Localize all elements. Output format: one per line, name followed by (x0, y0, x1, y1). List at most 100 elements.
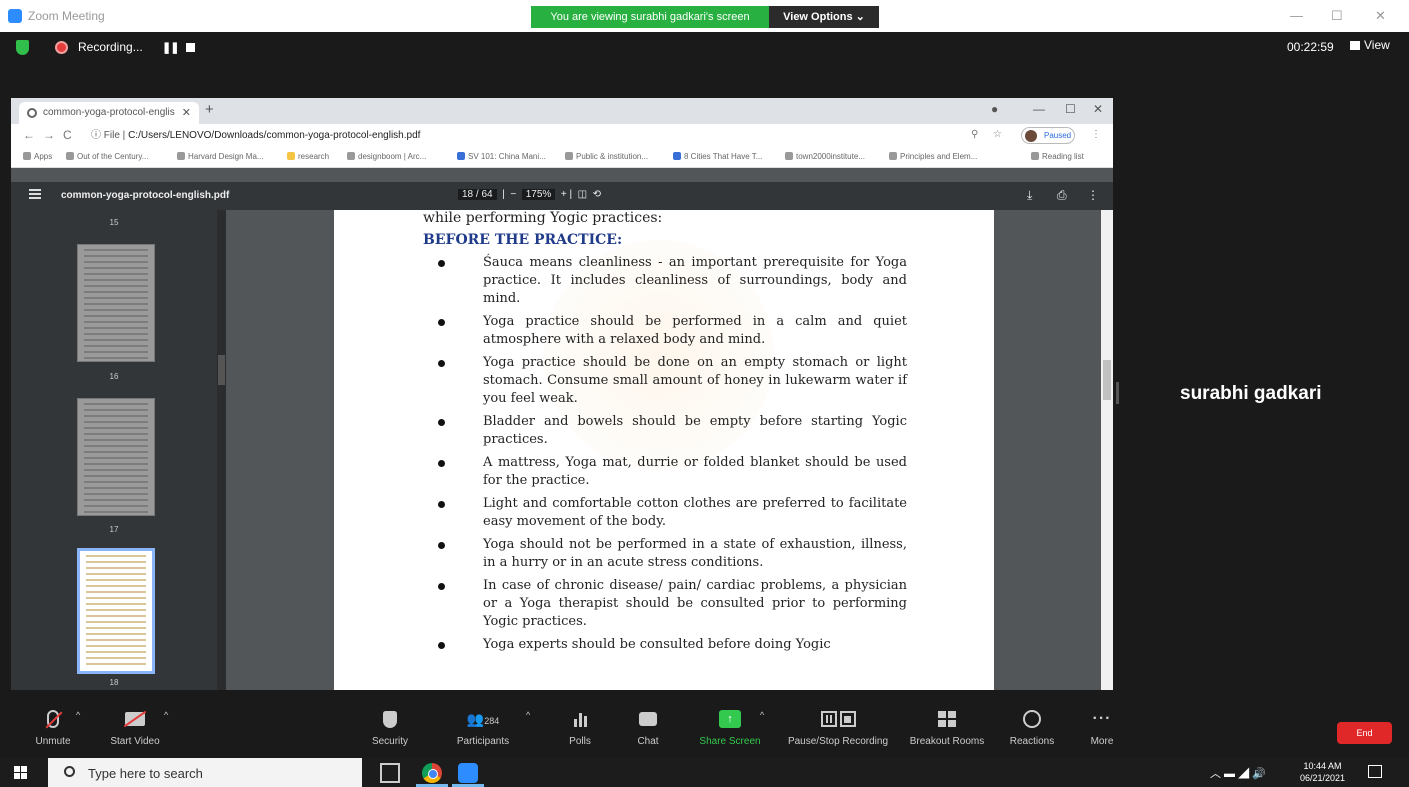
polls-button[interactable]: Polls (560, 708, 600, 747)
url-prefix: File | (103, 130, 129, 141)
panel-resize-handle[interactable] (1116, 382, 1119, 404)
rotate-icon[interactable]: ⟲ (593, 189, 601, 200)
bullet-list: Śauca means cleanliness - an important p… (432, 254, 907, 659)
zoom-out-icon[interactable]: − (510, 189, 516, 200)
polls-label: Polls (569, 736, 591, 747)
chat-button[interactable]: Chat (628, 708, 668, 747)
hamburger-menu-icon[interactable] (29, 189, 41, 199)
recording-label: Recording... (78, 40, 143, 54)
list-item: Light and comfortable cotton clothes are… (432, 495, 907, 531)
reactions-smiley-icon (1023, 710, 1041, 728)
zoom-in-icon[interactable]: + (561, 189, 567, 200)
chrome-profile-dot-icon[interactable]: ● (991, 102, 998, 116)
bookmark-star-icon[interactable]: ☆ (993, 129, 1002, 140)
chrome-taskbar-icon[interactable] (422, 763, 442, 783)
pause-recording-icon[interactable]: ❚❚ (162, 41, 179, 54)
list-item: A mattress, Yoga mat, durrie or folded b… (432, 454, 907, 490)
pause-stop-recording-button[interactable]: Pause/Stop Recording (780, 708, 896, 747)
taskbar-search-input[interactable]: Type here to search (48, 758, 362, 787)
unmute-button[interactable]: Unmute (28, 708, 78, 747)
bookmark-item[interactable]: SV 101: China Mani... (457, 152, 546, 161)
scroll-thumb[interactable] (218, 355, 225, 385)
download-icon[interactable]: ⤓ (1027, 188, 1032, 203)
bookmark-favicon-icon (673, 152, 681, 160)
intro-line: while performing Yogic practices: (423, 210, 663, 226)
scroll-thumb[interactable] (1103, 360, 1111, 400)
share-options-chevron-icon[interactable]: ^ (760, 710, 764, 720)
system-tray-icons[interactable]: ︿ ▬ ◢ 🔊 (1210, 765, 1266, 781)
more-button[interactable]: ··· More (1082, 708, 1122, 747)
list-item: In case of chronic disease/ pain/ cardia… (432, 577, 907, 631)
back-forward-reload-icons[interactable]: ←→C (23, 128, 80, 142)
polls-icon (573, 711, 587, 727)
close-icon[interactable]: ✕ (1375, 8, 1386, 24)
zoom-taskbar-icon[interactable] (458, 763, 478, 783)
chrome-minimize-icon[interactable]: — (1033, 102, 1045, 116)
maximize-icon[interactable]: ☐ (1331, 8, 1343, 24)
bookmark-item[interactable]: town2000institute... (785, 152, 865, 161)
page-number-input[interactable]: 18 / 64 (458, 189, 497, 200)
stop-recording-icon[interactable] (186, 43, 195, 52)
tab-close-icon[interactable]: ✕ (182, 102, 191, 124)
reading-list-item[interactable]: Reading list (1031, 152, 1084, 161)
list-item: Śauca means cleanliness - an important p… (432, 254, 907, 308)
bookmark-apps[interactable]: Apps (23, 152, 52, 161)
security-button[interactable]: Security (362, 708, 418, 747)
zoom-title-bar: Zoom Meeting You are viewing surabhi gad… (0, 0, 1409, 32)
chrome-close-icon[interactable]: ✕ (1093, 102, 1103, 116)
start-video-label: Start Video (110, 736, 160, 747)
viewer-scrollbar[interactable] (1101, 210, 1113, 690)
view-button[interactable]: View (1350, 38, 1390, 52)
end-meeting-button[interactable]: End (1337, 722, 1392, 744)
bookmark-label: designboom | Arc... (358, 152, 427, 161)
minimize-icon[interactable]: — (1290, 8, 1303, 23)
new-tab-icon[interactable]: + (205, 101, 214, 118)
print-icon[interactable]: ⎙ (1057, 188, 1067, 203)
notification-center-icon[interactable] (1368, 765, 1382, 778)
viewing-screen-banner: You are viewing surabhi gadkari's screen (531, 6, 769, 28)
zoom-magnifier-icon[interactable]: ⚲ (971, 129, 978, 140)
zoom-level-input[interactable]: 175% (521, 189, 556, 200)
bookmark-label: 8 Cities That Have T... (684, 152, 763, 161)
thumbnail-scrollbar[interactable] (217, 210, 226, 690)
thumbnail-page[interactable] (77, 244, 155, 362)
thumbnail-page-selected[interactable] (77, 548, 155, 674)
participants-button[interactable]: 👥284 Participants (448, 708, 518, 748)
windows-taskbar: Type here to search ︿ ▬ ◢ 🔊 10:44 AM 06/… (0, 758, 1409, 787)
bookmark-item[interactable]: Principles and Elem... (889, 152, 977, 161)
windows-start-icon[interactable] (14, 766, 27, 779)
bookmark-item[interactable]: Public & institution... (565, 152, 648, 161)
more-options-icon[interactable]: ⋮ (1087, 188, 1099, 202)
clock-date: 06/21/2021 (1300, 773, 1346, 783)
bookmark-label: Principles and Elem... (900, 152, 978, 161)
pause-recording-label: Pause/Stop Recording (787, 736, 889, 747)
url-field[interactable]: ⓘ File | C:/Users/LENOVO/Downloads/commo… (91, 127, 991, 145)
security-label: Security (371, 736, 409, 747)
breakout-rooms-button[interactable]: Breakout Rooms (904, 708, 990, 747)
chrome-maximize-icon[interactable]: ☐ (1065, 102, 1076, 116)
taskbar-clock[interactable]: 10:44 AM 06/21/2021 (1300, 760, 1345, 784)
task-view-icon[interactable] (380, 763, 400, 783)
audio-options-chevron-icon[interactable]: ^ (76, 710, 80, 720)
participants-chevron-icon[interactable]: ^ (526, 710, 530, 720)
bookmark-item[interactable]: designboom | Arc... (347, 152, 426, 161)
bookmark-item[interactable]: research (287, 152, 329, 161)
bookmark-item[interactable]: 8 Cities That Have T... (673, 152, 762, 161)
fit-page-icon[interactable]: ◫ (578, 189, 587, 200)
bookmark-item[interactable]: Out of the Century... (66, 152, 148, 161)
view-options-button[interactable]: View Options ⌄ (769, 6, 879, 28)
share-screen-button[interactable]: ↑ Share Screen (694, 708, 766, 747)
reactions-button[interactable]: Reactions (1004, 708, 1060, 747)
globe-icon (785, 152, 793, 160)
share-screen-icon: ↑ (719, 710, 741, 728)
profile-button[interactable]: Paused (1021, 127, 1075, 144)
start-video-button[interactable]: Start Video (100, 708, 170, 747)
browser-tab[interactable]: common-yoga-protocol-englis ✕ (19, 102, 199, 124)
chrome-menu-icon[interactable]: ⋮ (1091, 129, 1101, 140)
grid-view-icon (1350, 41, 1360, 50)
thumbnail-page[interactable] (77, 398, 155, 516)
bookmark-item[interactable]: Harvard Design Ma... (177, 152, 264, 161)
encryption-shield-icon[interactable] (16, 40, 29, 55)
video-options-chevron-icon[interactable]: ^ (164, 710, 168, 720)
list-item: Bladder and bowels should be empty befor… (432, 413, 907, 449)
